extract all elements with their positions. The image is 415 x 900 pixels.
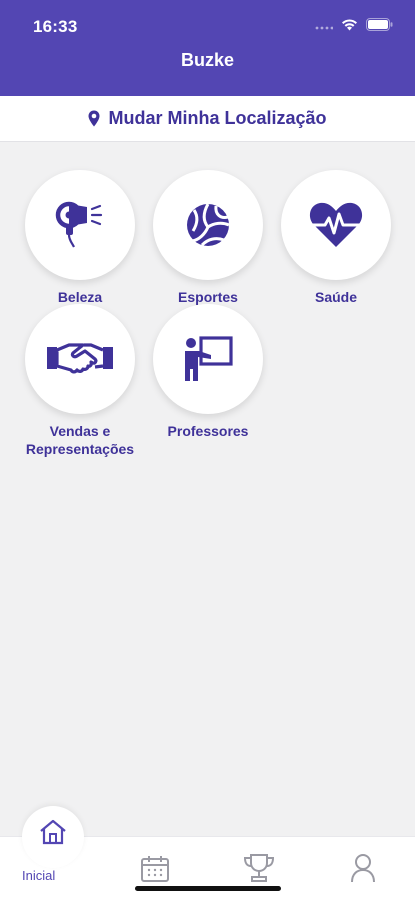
category-label: Professores [167,423,249,439]
tab-profile[interactable] [328,837,398,900]
category-icon-circle [153,170,263,280]
category-label: Saúde [314,289,357,305]
app-header: 16:33 Buzke [0,0,415,96]
hair-dryer-icon [55,201,103,248]
category-vendas[interactable]: Vendas e Representações [15,304,145,458]
category-icon-circle [281,170,391,280]
category-icon-circle [25,304,135,414]
status-time: 16:33 [33,17,78,36]
trophy-icon [243,854,275,882]
home-icon [40,819,66,845]
status-bar: 16:33 [0,0,415,46]
signal-icon [315,26,333,29]
wifi-icon [342,19,357,31]
battery-icon [366,18,393,31]
category-esportes[interactable]: Esportes [143,170,273,306]
calendar-icon [141,856,169,882]
volleyball-icon [187,203,230,247]
user-icon [351,854,375,883]
status-icons [315,18,393,31]
tab-home[interactable]: Inicial [22,806,84,883]
page-title: Buzke [180,50,234,70]
teacher-board-icon [185,336,233,381]
category-professores[interactable]: Professores [143,304,273,440]
tab-home-label: Inicial [22,868,56,883]
handshake-icon [47,343,113,374]
category-beleza[interactable]: Beleza [15,170,145,306]
heart-pulse-icon [309,202,363,247]
category-label: Vendas e Representações [25,423,135,457]
home-indicator [135,886,281,891]
change-location-label: Mudar Minha Localização [108,108,327,128]
change-location-button[interactable]: Mudar Minha Localização [0,96,415,142]
category-saude[interactable]: Saúde [271,170,401,306]
location-pin-icon [88,110,100,127]
category-icon-circle [153,304,263,414]
category-icon-circle [25,170,135,280]
